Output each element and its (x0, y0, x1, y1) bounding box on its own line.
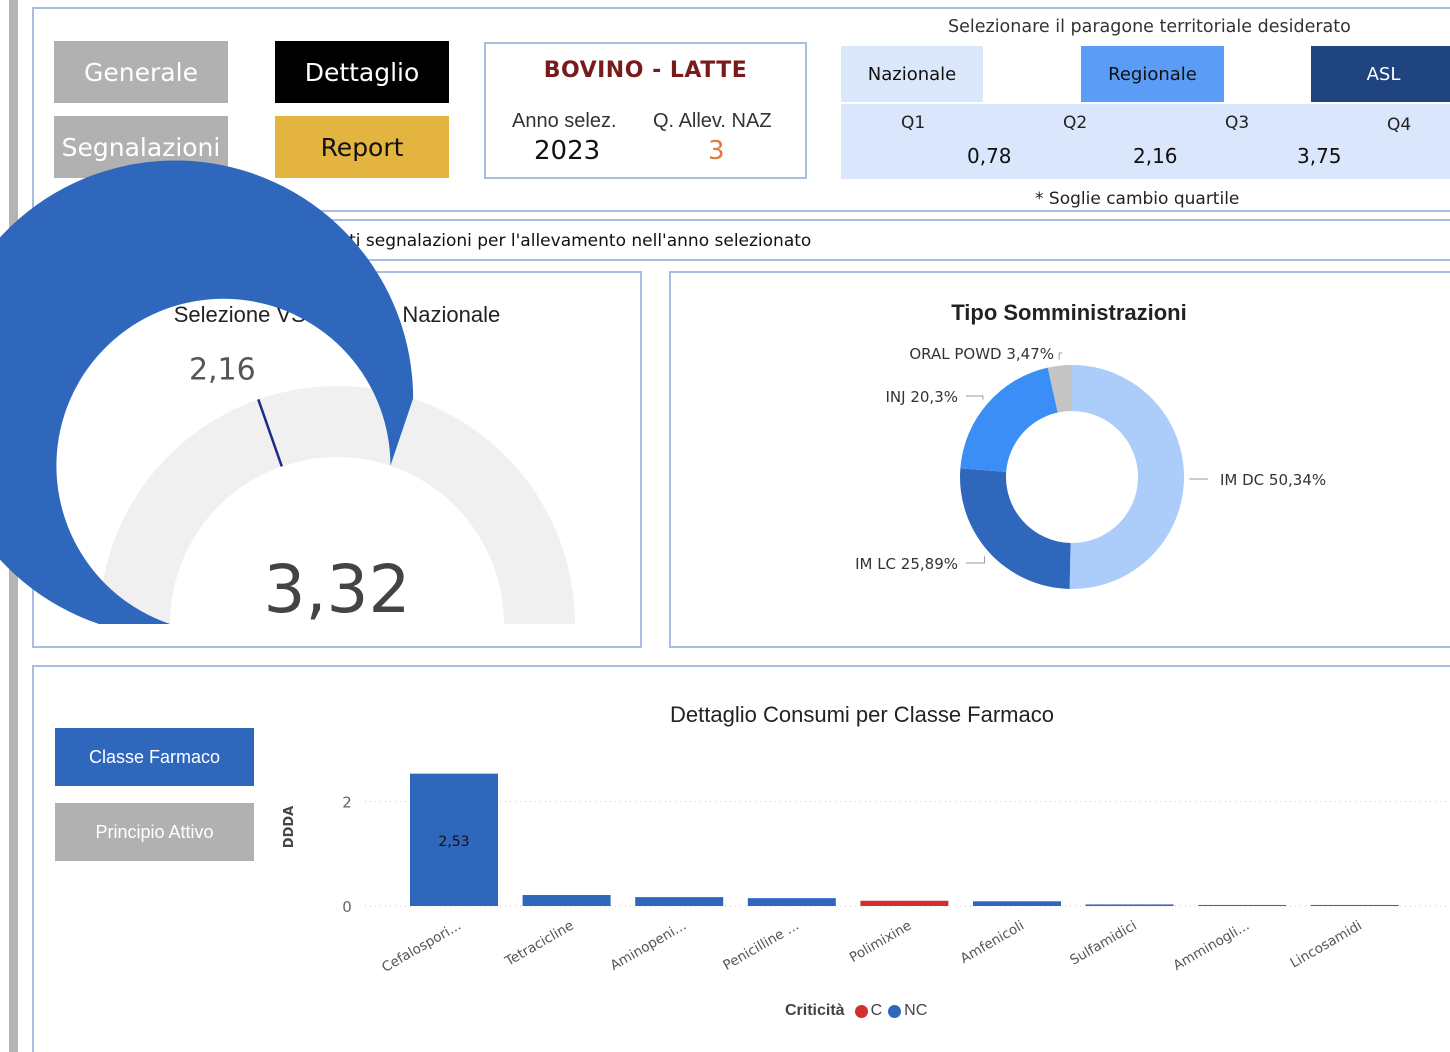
dettaglio-button[interactable]: Dettaglio (275, 41, 449, 103)
qallev-value: 3 (708, 136, 725, 166)
threshold-value: 3,75 (1297, 144, 1342, 168)
territorial-title: Selezionare il paragone territoriale des… (948, 17, 1351, 37)
generale-button[interactable]: Generale (54, 41, 228, 103)
segnalazioni-button[interactable]: Segnalazioni (54, 116, 228, 178)
left-edge-bar (9, 0, 18, 1052)
donut-panel (669, 271, 1450, 648)
report-button[interactable]: Report (275, 116, 449, 178)
legend-item-nc[interactable]: NC (888, 1002, 927, 1020)
quartile-label: Q3 (1225, 113, 1250, 133)
bar-chart-legend: Criticità C NC (785, 1002, 933, 1020)
threshold-value: 2,16 (1133, 144, 1178, 168)
threshold-value: 0,78 (967, 144, 1012, 168)
legend-item-c[interactable]: C (854, 1002, 883, 1020)
donut-title: Tipo Somministrazioni (951, 300, 1187, 325)
quartile-label: Q4 (1387, 115, 1412, 135)
asl-button[interactable]: ASL (1311, 46, 1450, 102)
gauge-title: Selezione VS Mediana Nazionale (173, 302, 501, 327)
qallev-label: Q. Allev. NAZ (653, 110, 772, 132)
status-indicator-icon (55, 230, 78, 253)
nazionale-button[interactable]: Nazionale (841, 46, 983, 102)
anno-label: Anno selez. (512, 110, 617, 132)
anno-value: 2023 (534, 136, 601, 166)
legend-dot-icon (854, 1004, 868, 1018)
quartile-band: Q1 Q2 Q3 Q4 0,78 2,16 3,75 (841, 104, 1450, 179)
legend-title: Criticità (785, 1002, 845, 1019)
quartile-label: Q1 (901, 113, 926, 133)
species-title: BOVINO - LATTE (543, 58, 748, 83)
principio-attivo-button[interactable]: Principio Attivo (55, 803, 254, 861)
legend-label: C (870, 1002, 883, 1019)
regionale-button[interactable]: Regionale (1081, 46, 1224, 102)
bar-chart-title: Dettaglio Consumi per Classe Farmaco (670, 702, 1054, 727)
legend-dot-icon (888, 1004, 902, 1018)
legend-label: NC (904, 1002, 928, 1019)
classe-farmaco-button[interactable]: Classe Farmaco (55, 728, 254, 786)
selection-info-box: BOVINO - LATTE Anno selez. Q. Allev. NAZ… (484, 42, 807, 179)
notice-text: Non sono presenti segnalazioni per l'all… (206, 231, 812, 251)
quartile-label: Q2 (1063, 113, 1088, 133)
threshold-note: * Soglie cambio quartile (1035, 189, 1240, 209)
